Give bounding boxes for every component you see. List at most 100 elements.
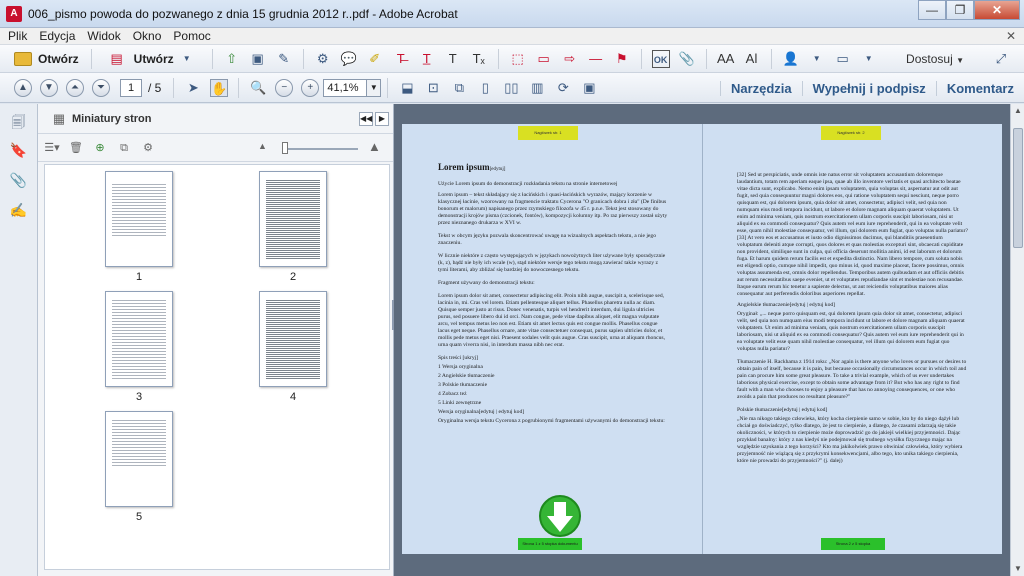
text-icon[interactable]: T — [444, 50, 462, 68]
document-page-2: Nagłówek str. 2 [32] Sed ut perspiciatis… — [702, 124, 1002, 554]
collapse-panel-icon[interactable]: ◀◀ — [359, 112, 373, 126]
title-bar: A 006_pismo powoda do pozwanego z dnia 1… — [0, 0, 1024, 28]
menu-widok[interactable]: Widok — [87, 29, 120, 43]
highlight-icon[interactable]: ✐ — [366, 50, 384, 68]
zoom-in-icon[interactable]: + — [301, 78, 320, 97]
two-page-icon[interactable]: ▯▯ — [502, 79, 520, 97]
vertical-scrollbar[interactable]: ▲ ▼ — [1010, 104, 1024, 576]
menu-plik[interactable]: Plik — [8, 29, 27, 43]
pages-icon: ▦ — [52, 110, 66, 126]
two-page-scroll-icon[interactable]: ▥ — [528, 79, 546, 97]
page-thumbnail-3[interactable] — [105, 291, 173, 387]
rectangle-icon[interactable]: ▭ — [535, 50, 553, 68]
attachment-icon[interactable]: 📎 — [9, 172, 29, 194]
zoom-marquee-icon[interactable]: 🔍 — [249, 79, 267, 97]
menu-pomoc[interactable]: Pomoc — [173, 29, 210, 43]
attach-icon[interactable]: 📎 — [678, 50, 696, 68]
arrow-icon[interactable]: ⇨ — [561, 50, 579, 68]
page-total: / 5 — [148, 80, 162, 95]
thumbnail-size-slider[interactable] — [288, 148, 358, 150]
signature-icon[interactable]: ✍ — [9, 202, 29, 224]
single-page-icon[interactable]: ▯ — [476, 79, 494, 97]
page-number-input[interactable]: 1 — [120, 78, 142, 97]
strikethrough-icon[interactable]: T̶ — [392, 50, 410, 68]
close-button[interactable]: ✕ — [974, 0, 1020, 20]
window-icon[interactable]: ▭ — [834, 50, 852, 68]
insert-page-icon[interactable]: ⊕ — [92, 140, 108, 156]
save-icon[interactable]: ▣ — [249, 50, 267, 68]
doc-heading: Lorem ipsum — [438, 162, 490, 172]
create-button[interactable]: ▤ Utwórz ▼ — [98, 48, 206, 70]
line-icon[interactable]: — — [587, 50, 605, 68]
doc-heading-edit: [edytuj] — [489, 167, 506, 172]
chevron-down-icon[interactable]: ▼ — [367, 78, 382, 97]
tools-link[interactable]: Narzędzia — [719, 80, 802, 96]
select-cursor-icon[interactable]: ➤ — [184, 79, 202, 97]
import-icon[interactable]: ⇧ — [223, 50, 241, 68]
delete-page-icon[interactable]: 🗑 — [68, 140, 84, 156]
zoom-out-icon[interactable]: − — [275, 78, 294, 97]
toolbar-separator — [90, 48, 92, 69]
minimize-button[interactable]: — — [918, 0, 946, 20]
scroll-mode-icon[interactable]: ⧉ — [450, 79, 468, 97]
slider-handle[interactable] — [282, 142, 288, 154]
underline-icon[interactable]: T̲ — [418, 50, 436, 68]
maximize-button[interactable]: ❐ — [946, 0, 974, 20]
page-2-text: [32] Sed ut perspiciatis, unde omnis ist… — [737, 172, 969, 465]
previous-page-up-icon[interactable]: ▲ — [14, 78, 32, 97]
page-properties-icon[interactable]: ⚙ — [140, 140, 156, 156]
page-thumbnail-2[interactable] — [259, 171, 327, 267]
fit-width-icon[interactable]: ⬓ — [398, 79, 416, 97]
gear-icon[interactable]: ⚙ — [314, 50, 332, 68]
create-pdf-icon: ▤ — [110, 50, 123, 66]
thumbnail-number: 4 — [289, 391, 297, 403]
text-edit-icon[interactable]: Tₓ — [470, 50, 488, 68]
close-document-button[interactable]: ✕ — [1006, 29, 1016, 43]
fit-page-icon[interactable]: ⊡ — [424, 79, 442, 97]
crop-icon[interactable]: ⬚ — [509, 50, 527, 68]
menu-edycja[interactable]: Edycja — [39, 29, 75, 43]
zoom-level-input[interactable]: 41,1% — [323, 78, 368, 97]
options-icon[interactable]: ☰▾ — [44, 140, 60, 156]
chevron-down-icon: ▼ — [956, 56, 964, 65]
edit-text-icon[interactable]: Aǀ — [743, 50, 761, 68]
chevron-down-icon[interactable]: ▼ — [808, 50, 826, 68]
open-button[interactable]: Otwórz — [6, 48, 85, 70]
expand-panel-icon[interactable]: ▶ — [375, 112, 389, 126]
zoom-thumbs-large-icon[interactable]: ▲ — [368, 139, 381, 154]
fill-sign-link[interactable]: Wypełnij i podpisz — [801, 80, 936, 96]
scroll-up-icon[interactable]: ▲ — [1011, 104, 1024, 118]
toolbar-separator — [238, 77, 240, 98]
extract-page-icon[interactable]: ⧉ — [116, 140, 132, 156]
customize-dropdown[interactable]: Dostosuj ▼ — [906, 52, 964, 66]
hand-icon[interactable]: ✋ — [210, 78, 229, 97]
comment-icon[interactable]: 💬 — [340, 50, 358, 68]
menu-okno[interactable]: Okno — [133, 29, 162, 43]
page-thumbnail-1[interactable] — [105, 171, 173, 267]
font-size-icon[interactable]: AA — [717, 50, 735, 68]
page-thumbnail-4[interactable] — [259, 291, 327, 387]
scroll-down-icon[interactable]: ▼ — [1011, 562, 1024, 576]
expand-icon[interactable]: ⤢ — [992, 50, 1010, 68]
chevron-down-icon[interactable]: ▼ — [860, 50, 878, 68]
doc-paragraph: Oryginał: „... neque porro quisquam est,… — [737, 311, 965, 352]
page-thumbnails-icon[interactable]: 🗐 — [9, 112, 29, 134]
first-page-icon[interactable]: ⏶ — [66, 78, 84, 97]
next-page-down-icon[interactable]: ▼ — [40, 78, 58, 97]
zoom-thumbs-small-icon[interactable]: ▲ — [258, 141, 267, 151]
edit-icon[interactable]: ✎ — [275, 50, 293, 68]
menu-bar: Plik Edycja Widok Okno Pomoc ✕ — [0, 28, 1024, 45]
stamp-icon[interactable]: ⚑ — [613, 50, 631, 68]
document-view[interactable]: Nagłówek str. 1 Lorem ipsum[edytuj] Użyc… — [394, 104, 1010, 576]
page-1-text: Lorem ipsum[edytuj] Użycie Lorem ipsum d… — [438, 162, 668, 425]
bookmark-icon[interactable]: 🔖 — [9, 142, 29, 164]
comment-link[interactable]: Komentarz — [935, 80, 1024, 96]
scrollbar-thumb[interactable] — [1013, 128, 1023, 248]
snapshot-icon[interactable]: ▣ — [580, 79, 598, 97]
ok-icon[interactable]: OK — [651, 49, 670, 68]
rotate-icon[interactable]: ⟳ — [554, 79, 572, 97]
last-page-icon[interactable]: ⏷ — [92, 78, 110, 97]
user-icon[interactable]: 👤 — [782, 50, 800, 68]
page-thumbnail-5[interactable] — [105, 411, 173, 507]
page-footer-label: Strona 2 z 5 stopka — [821, 538, 885, 550]
